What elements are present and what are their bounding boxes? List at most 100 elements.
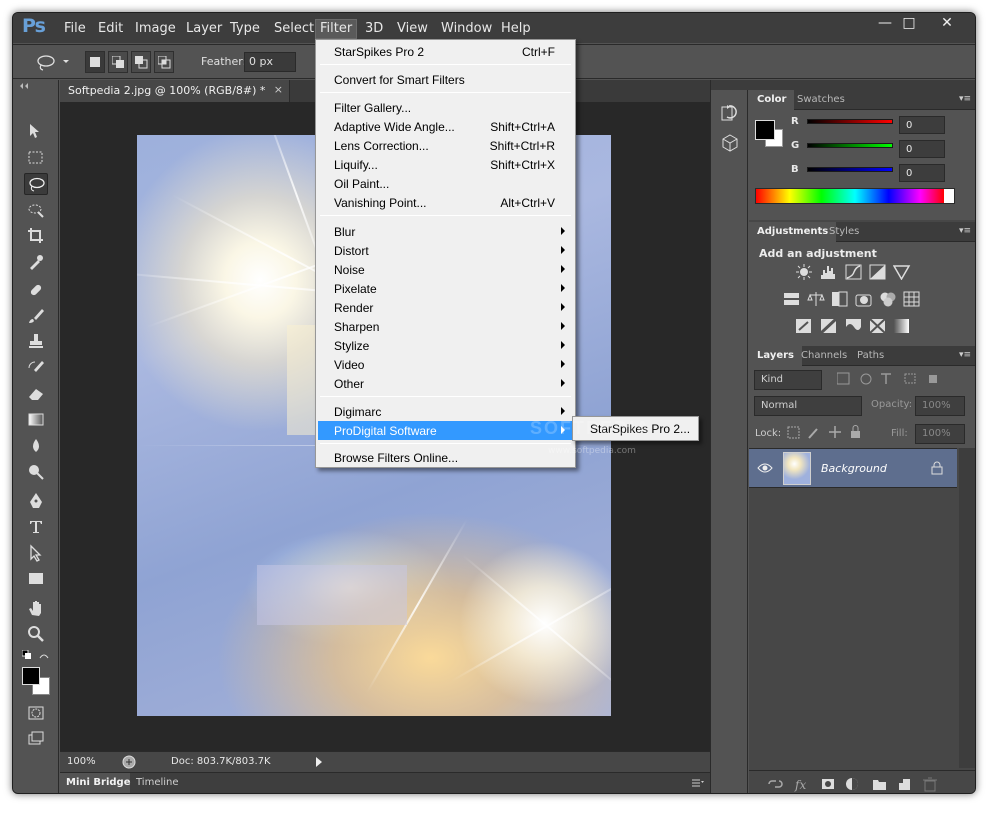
menu-image[interactable]: Image bbox=[135, 21, 176, 36]
intersect-selection-button[interactable] bbox=[154, 51, 174, 73]
menu-item-adaptive-wide-angle[interactable]: Adaptive Wide Angle... Shift+Ctrl+A bbox=[318, 117, 573, 136]
color-balance-icon[interactable] bbox=[807, 291, 825, 307]
zoom-level[interactable]: 100% bbox=[67, 756, 96, 767]
color-panel-menu-icon[interactable]: ▾≡ bbox=[959, 94, 971, 104]
quick-selection-tool-icon[interactable] bbox=[24, 199, 48, 221]
foreground-color-swatch[interactable] bbox=[22, 667, 40, 685]
channel-mixer-icon[interactable] bbox=[879, 291, 897, 307]
status-menu-arrow-icon[interactable] bbox=[314, 756, 324, 768]
menu-item-vanishing-point[interactable]: Vanishing Point... Alt+Ctrl+V bbox=[318, 193, 573, 212]
tab-channels[interactable]: Channels bbox=[793, 346, 855, 366]
hue-saturation-icon[interactable] bbox=[783, 291, 801, 307]
status-info-icon[interactable] bbox=[122, 755, 136, 769]
color-lookup-icon[interactable] bbox=[903, 291, 921, 307]
menu-edit[interactable]: Edit bbox=[98, 21, 123, 36]
history-brush-tool-icon[interactable] bbox=[24, 357, 48, 379]
crop-tool-icon[interactable] bbox=[24, 225, 48, 247]
default-colors-icon[interactable] bbox=[22, 650, 50, 662]
vibrance-icon[interactable] bbox=[893, 264, 911, 280]
selective-color-icon[interactable] bbox=[869, 318, 887, 334]
menu-item-stylize[interactable]: Stylize bbox=[318, 336, 573, 355]
tab-swatches[interactable]: Swatches bbox=[789, 90, 853, 110]
fill-input[interactable]: 100% bbox=[915, 424, 965, 444]
menu-item-last-filter[interactable]: StarSpikes Pro 2 Ctrl+F bbox=[318, 42, 573, 61]
zoom-tool-icon[interactable] bbox=[24, 623, 48, 645]
dodge-tool-icon[interactable] bbox=[24, 461, 48, 483]
tab-paths[interactable]: Paths bbox=[849, 346, 892, 366]
menu-item-oil-paint[interactable]: Oil Paint... bbox=[318, 174, 573, 193]
eraser-tool-icon[interactable] bbox=[24, 383, 48, 405]
clone-stamp-tool-icon[interactable] bbox=[24, 331, 48, 353]
pen-tool-icon[interactable] bbox=[24, 490, 48, 512]
kind-filter-select[interactable]: Kind bbox=[754, 370, 822, 390]
visibility-eye-icon[interactable] bbox=[757, 461, 773, 475]
eyedropper-tool-icon[interactable] bbox=[24, 251, 48, 273]
menu-item-sharpen[interactable]: Sharpen bbox=[318, 317, 573, 336]
quick-mask-icon[interactable] bbox=[24, 702, 48, 724]
healing-brush-tool-icon[interactable] bbox=[24, 279, 48, 301]
menu-item-blur[interactable]: Blur bbox=[318, 222, 573, 241]
levels-icon[interactable] bbox=[820, 264, 838, 280]
menu-item-video[interactable]: Video bbox=[318, 355, 573, 374]
r-value-input[interactable]: 0 bbox=[899, 116, 945, 134]
tab-color[interactable]: Color bbox=[749, 90, 795, 110]
tab-mini-bridge[interactable]: Mini Bridge bbox=[66, 777, 131, 788]
color-spectrum[interactable] bbox=[755, 188, 955, 204]
history-panel-icon[interactable] bbox=[721, 104, 739, 122]
menu-item-distort[interactable]: Distort bbox=[318, 241, 573, 260]
gradient-map-icon[interactable] bbox=[893, 318, 911, 334]
collapse-icon[interactable] bbox=[19, 82, 31, 90]
layer-name[interactable]: Background bbox=[821, 462, 887, 475]
layer-row-background[interactable]: Background bbox=[749, 448, 957, 488]
feather-input[interactable]: 0 px bbox=[244, 52, 296, 72]
type-tool-icon[interactable] bbox=[24, 516, 48, 538]
brightness-icon[interactable] bbox=[795, 264, 813, 280]
close-button[interactable]: ✕ bbox=[931, 15, 963, 33]
tab-styles[interactable]: Styles bbox=[821, 222, 867, 242]
posterize-icon[interactable] bbox=[820, 318, 838, 334]
menu-item-render[interactable]: Render bbox=[318, 298, 573, 317]
tab-timeline[interactable]: Timeline bbox=[136, 777, 179, 788]
document-tab[interactable]: Softpedia 2.jpg @ 100% (RGB/8#) * × bbox=[60, 80, 290, 102]
gradient-tool-icon[interactable] bbox=[24, 409, 48, 431]
brush-tool-icon[interactable] bbox=[24, 305, 48, 327]
menu-item-lens-correction[interactable]: Lens Correction... Shift+Ctrl+R bbox=[318, 136, 573, 155]
menu-3d[interactable]: 3D bbox=[365, 21, 383, 36]
menu-item-browse-filters-online[interactable]: Browse Filters Online... bbox=[318, 448, 573, 467]
g-value-input[interactable]: 0 bbox=[899, 140, 945, 158]
adjustments-panel-menu-icon[interactable]: ▾≡ bbox=[959, 226, 971, 236]
photo-filter-icon[interactable] bbox=[855, 291, 873, 307]
exposure-icon[interactable] bbox=[869, 264, 887, 280]
menu-item-convert-smart-filters[interactable]: Convert for Smart Filters bbox=[318, 70, 573, 89]
menu-item-other[interactable]: Other bbox=[318, 374, 573, 393]
layer-footer-icons[interactable]: fx bbox=[767, 776, 947, 792]
layers-panel-menu-icon[interactable]: ▾≡ bbox=[959, 350, 971, 360]
menu-layer[interactable]: Layer bbox=[186, 21, 222, 36]
marquee-tool-icon[interactable] bbox=[24, 147, 48, 169]
opacity-input[interactable]: 100% bbox=[915, 396, 965, 416]
lock-icons[interactable] bbox=[787, 424, 869, 440]
menu-type[interactable]: Type bbox=[230, 21, 260, 36]
layers-scrollbar[interactable] bbox=[959, 448, 975, 768]
hand-tool-icon[interactable] bbox=[24, 597, 48, 619]
menu-filter[interactable]: Filter bbox=[315, 19, 358, 39]
lasso-tool-icon[interactable] bbox=[24, 173, 48, 195]
r-slider[interactable] bbox=[807, 119, 893, 124]
blur-tool-icon[interactable] bbox=[24, 435, 48, 457]
layer-filter-icons[interactable] bbox=[837, 372, 947, 386]
g-slider[interactable] bbox=[807, 143, 893, 148]
threshold-icon[interactable] bbox=[845, 318, 863, 334]
maximize-button[interactable]: □ bbox=[893, 15, 925, 33]
menu-item-filter-gallery[interactable]: Filter Gallery... bbox=[318, 98, 573, 117]
path-selection-tool-icon[interactable] bbox=[24, 542, 48, 564]
lasso-preset-icon[interactable] bbox=[35, 53, 69, 74]
menu-select[interactable]: Select bbox=[274, 21, 314, 36]
menu-item-liquify[interactable]: Liquify... Shift+Ctrl+X bbox=[318, 155, 573, 174]
rectangle-tool-icon[interactable] bbox=[24, 568, 48, 590]
screen-mode-icon[interactable] bbox=[24, 728, 48, 750]
move-tool-icon[interactable] bbox=[24, 120, 48, 142]
menu-item-noise[interactable]: Noise bbox=[318, 260, 573, 279]
black-white-icon[interactable] bbox=[831, 291, 849, 307]
blend-mode-select[interactable]: Normal bbox=[754, 396, 862, 416]
document-close-icon[interactable]: × bbox=[274, 83, 283, 96]
